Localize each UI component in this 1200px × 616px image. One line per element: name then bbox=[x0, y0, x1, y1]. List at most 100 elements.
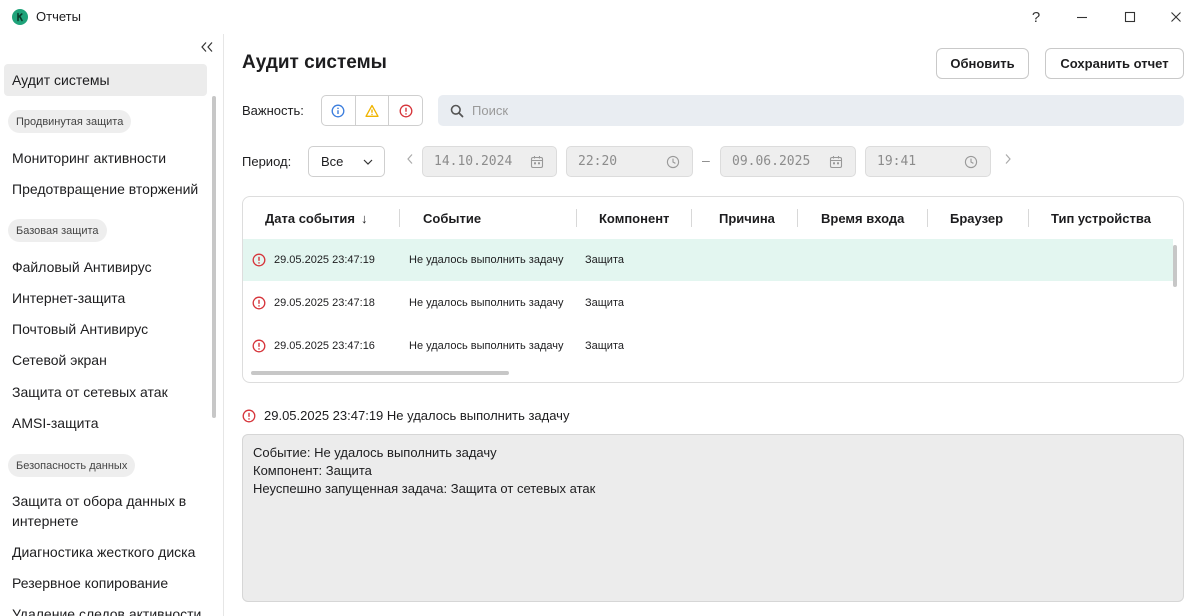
error-icon bbox=[399, 104, 413, 117]
table-row[interactable]: 29.05.2025 23:47:16 Не удалось выполнить… bbox=[243, 325, 1173, 367]
period-prev-button[interactable] bbox=[406, 153, 418, 169]
collapse-sidebar-button[interactable] bbox=[198, 38, 216, 56]
sort-arrow-icon: ↓ bbox=[360, 210, 368, 226]
cell-component: Защита bbox=[585, 297, 624, 309]
cell-date: 29.05.2025 23:47:16 bbox=[274, 340, 375, 352]
sidebar-item-disk-diagnostics[interactable]: Диагностика жесткого диска bbox=[12, 542, 204, 562]
cell-component: Защита bbox=[585, 254, 624, 266]
column-header-date[interactable]: Дата события ↓ bbox=[265, 197, 367, 239]
cell-event: Не удалось выполнить задачу bbox=[409, 340, 564, 352]
cell-date: 29.05.2025 23:47:18 bbox=[274, 297, 375, 309]
chevron-down-icon bbox=[363, 159, 373, 165]
date-to-field[interactable]: 09.06.2025 bbox=[720, 146, 856, 177]
minimize-icon bbox=[1077, 16, 1087, 19]
sidebar-item-system-audit[interactable]: Аудит системы bbox=[4, 64, 207, 96]
column-separator bbox=[1028, 209, 1029, 227]
maximize-icon bbox=[1124, 11, 1136, 23]
time-from-field[interactable]: 22:20 bbox=[566, 146, 693, 177]
save-report-button[interactable]: Сохранить отчет bbox=[1045, 48, 1184, 79]
column-header-browser[interactable]: Браузер bbox=[950, 197, 1003, 239]
column-header-event[interactable]: Событие bbox=[423, 197, 481, 239]
date-from-field[interactable]: 14.10.2024 bbox=[422, 146, 557, 177]
time-to-field[interactable]: 19:41 bbox=[865, 146, 991, 177]
sidebar-item-backup[interactable]: Резервное копирование bbox=[12, 573, 204, 593]
table-row[interactable]: 29.05.2025 23:47:19 Не удалось выполнить… bbox=[243, 239, 1173, 281]
search-input[interactable] bbox=[472, 103, 1072, 118]
sidebar-group-advanced-protection: Продвинутая защита bbox=[8, 110, 132, 133]
severity-error-toggle[interactable] bbox=[389, 96, 422, 125]
table-vertical-scrollbar[interactable] bbox=[1173, 245, 1177, 287]
error-icon bbox=[252, 253, 266, 267]
error-icon bbox=[252, 296, 266, 310]
clock-icon bbox=[964, 155, 978, 169]
minimize-button[interactable] bbox=[1065, 4, 1099, 30]
refresh-button[interactable]: Обновить bbox=[936, 48, 1029, 79]
sidebar-item-file-antivirus[interactable]: Файловый Антивирус bbox=[12, 257, 204, 277]
sidebar-group-basic-protection: Базовая защита bbox=[8, 219, 107, 242]
sidebar-item-web-protection[interactable]: Интернет-защита bbox=[12, 288, 204, 308]
sidebar-item-activity-monitoring[interactable]: Мониторинг активности bbox=[12, 148, 204, 168]
help-button[interactable]: ? bbox=[1019, 4, 1053, 30]
search-box bbox=[438, 95, 1184, 126]
calendar-icon bbox=[829, 156, 843, 169]
severity-filter bbox=[321, 95, 423, 126]
detail-line-event: Событие: Не удалось выполнить задачу bbox=[253, 445, 497, 460]
close-icon bbox=[1171, 12, 1181, 22]
chevron-left-icon bbox=[407, 154, 413, 164]
date-from-value: 14.10.2024 bbox=[434, 154, 513, 169]
event-detail-panel[interactable]: Событие: Не удалось выполнить задачу Ком… bbox=[242, 434, 1184, 602]
column-header-reason[interactable]: Причина bbox=[719, 197, 775, 239]
column-separator bbox=[797, 209, 798, 227]
table-horizontal-scrollbar[interactable] bbox=[251, 371, 509, 375]
period-label: Период: bbox=[242, 154, 292, 169]
cell-event: Не удалось выполнить задачу bbox=[409, 297, 564, 309]
severity-warning-toggle[interactable] bbox=[356, 96, 390, 125]
maximize-button[interactable] bbox=[1113, 4, 1147, 30]
info-icon bbox=[331, 104, 345, 117]
clock-icon bbox=[666, 155, 680, 169]
severity-info-toggle[interactable] bbox=[322, 96, 356, 125]
app-logo-icon bbox=[12, 9, 28, 25]
column-header-component[interactable]: Компонент bbox=[599, 197, 669, 239]
double-chevron-left-icon bbox=[201, 42, 213, 52]
title-bar: Отчеты ? bbox=[0, 0, 1200, 34]
error-icon bbox=[252, 339, 266, 353]
period-select-value: Все bbox=[321, 154, 344, 169]
events-table: Дата события ↓ Событие Компонент Причина… bbox=[242, 196, 1184, 383]
warning-icon bbox=[365, 104, 379, 117]
column-separator bbox=[399, 209, 400, 227]
severity-label: Важность: bbox=[242, 103, 304, 118]
sidebar-item-anti-tracking[interactable]: Защита от обора данных в интернете bbox=[12, 491, 204, 531]
window-title: Отчеты bbox=[36, 9, 81, 24]
cell-component: Защита bbox=[585, 340, 624, 352]
time-to-value: 19:41 bbox=[877, 154, 917, 169]
cell-event: Не удалось выполнить задачу bbox=[409, 254, 564, 266]
time-from-value: 22:20 bbox=[578, 154, 618, 169]
column-separator bbox=[576, 209, 577, 227]
close-button[interactable] bbox=[1159, 4, 1193, 30]
sidebar-item-intrusion-prevention[interactable]: Предотвращение вторжений bbox=[12, 179, 204, 199]
error-icon bbox=[242, 409, 256, 422]
period-select[interactable]: Все bbox=[308, 146, 385, 177]
column-header-login-time[interactable]: Время входа bbox=[821, 197, 904, 239]
calendar-icon bbox=[530, 156, 544, 169]
sidebar-item-network-attack-blocker[interactable]: Защита от сетевых атак bbox=[12, 382, 204, 402]
event-detail-header: 29.05.2025 23:47:19 Не удалось выполнить… bbox=[242, 408, 569, 423]
event-detail-title: 29.05.2025 23:47:19 Не удалось выполнить… bbox=[264, 408, 570, 423]
help-icon: ? bbox=[1031, 8, 1041, 26]
detail-line-component: Компонент: Защита bbox=[253, 463, 372, 478]
sidebar-scrollbar[interactable] bbox=[212, 96, 216, 418]
range-separator: – bbox=[702, 152, 710, 168]
sidebar-group-data-security: Безопасность данных bbox=[8, 454, 136, 477]
sidebar-item-firewall[interactable]: Сетевой экран bbox=[12, 350, 204, 370]
detail-line-task: Неуспешно запущенная задача: Защита от с… bbox=[253, 481, 596, 496]
sidebar: Аудит системы Продвинутая защита Монитор… bbox=[0, 34, 224, 616]
sidebar-item-activity-cleanup[interactable]: Удаление следов активности bbox=[12, 604, 204, 616]
sidebar-item-mail-antivirus[interactable]: Почтовый Антивирус bbox=[12, 319, 204, 339]
page-title: Аудит системы bbox=[242, 52, 387, 73]
period-next-button[interactable] bbox=[1004, 153, 1016, 169]
column-separator bbox=[691, 209, 692, 227]
sidebar-item-amsi-protection[interactable]: AMSI-защита bbox=[12, 413, 204, 433]
table-row[interactable]: 29.05.2025 23:47:18 Не удалось выполнить… bbox=[243, 282, 1173, 324]
column-header-device-type[interactable]: Тип устройства bbox=[1051, 197, 1151, 239]
